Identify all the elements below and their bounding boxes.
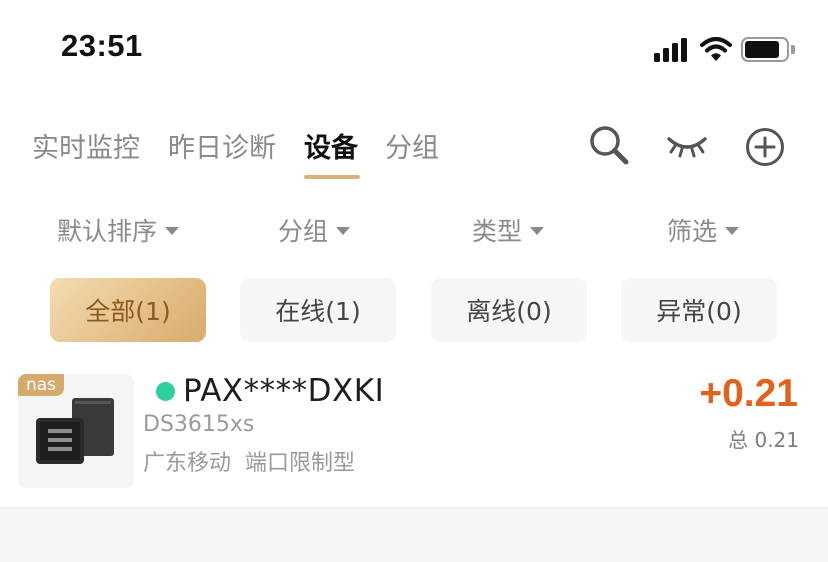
device-isp: 广东移动 <box>143 451 232 476</box>
wifi-icon <box>700 37 732 61</box>
list-footer-area <box>0 507 828 562</box>
filter-type-label: 类型 <box>472 217 523 246</box>
filter-screen-label: 筛选 <box>667 217 718 246</box>
active-tab-indicator <box>304 175 360 179</box>
filter-sort[interactable]: 默认排序 <box>57 212 180 248</box>
eye-closed-icon[interactable] <box>666 130 708 160</box>
chevron-down-icon <box>725 227 740 235</box>
status-time: 23:51 <box>61 28 143 63</box>
filter-type[interactable]: 类型 <box>472 212 545 248</box>
tab-devices[interactable]: 设备 <box>304 126 358 165</box>
filter-sort-label: 默认排序 <box>57 217 158 246</box>
search-icon[interactable] <box>588 124 630 166</box>
chip-all[interactable]: 全部(1) <box>50 278 206 342</box>
device-model: DS3615xs <box>143 412 255 437</box>
filter-group-label: 分组 <box>278 217 329 246</box>
add-circle-icon[interactable] <box>744 126 786 168</box>
nas-device-icon <box>36 398 114 464</box>
device-port-type: 端口限制型 <box>245 451 356 476</box>
device-name-row[interactable]: PAX****DXKI <box>156 373 384 409</box>
filter-screen[interactable]: 筛选 <box>667 212 740 248</box>
device-earnings: +0.21 <box>699 372 798 415</box>
chip-offline[interactable]: 离线(0) <box>431 278 587 342</box>
tab-yesterday-diagnosis[interactable]: 昨日诊断 <box>168 126 276 165</box>
device-thumbnail[interactable]: nas <box>18 374 134 488</box>
device-network-info: 广东移动 端口限制型 <box>143 445 355 477</box>
cellular-signal-icon <box>654 38 688 62</box>
device-type-badge: nas <box>18 374 64 396</box>
device-name: PAX****DXKI <box>183 373 385 409</box>
status-bar: 23:51 <box>0 0 828 100</box>
filter-group[interactable]: 分组 <box>278 212 351 248</box>
tab-groups[interactable]: 分组 <box>385 126 439 165</box>
device-total-earnings: 总 0.21 <box>728 428 799 452</box>
chevron-down-icon <box>530 227 545 235</box>
battery-icon <box>741 37 795 62</box>
chevron-down-icon <box>165 227 180 235</box>
tab-realtime-monitor[interactable]: 实时监控 <box>32 126 140 165</box>
battery-level <box>745 41 779 58</box>
chevron-down-icon <box>336 227 351 235</box>
chip-online[interactable]: 在线(1) <box>240 278 396 342</box>
chip-abnormal[interactable]: 异常(0) <box>621 278 777 342</box>
online-status-dot <box>156 381 175 401</box>
